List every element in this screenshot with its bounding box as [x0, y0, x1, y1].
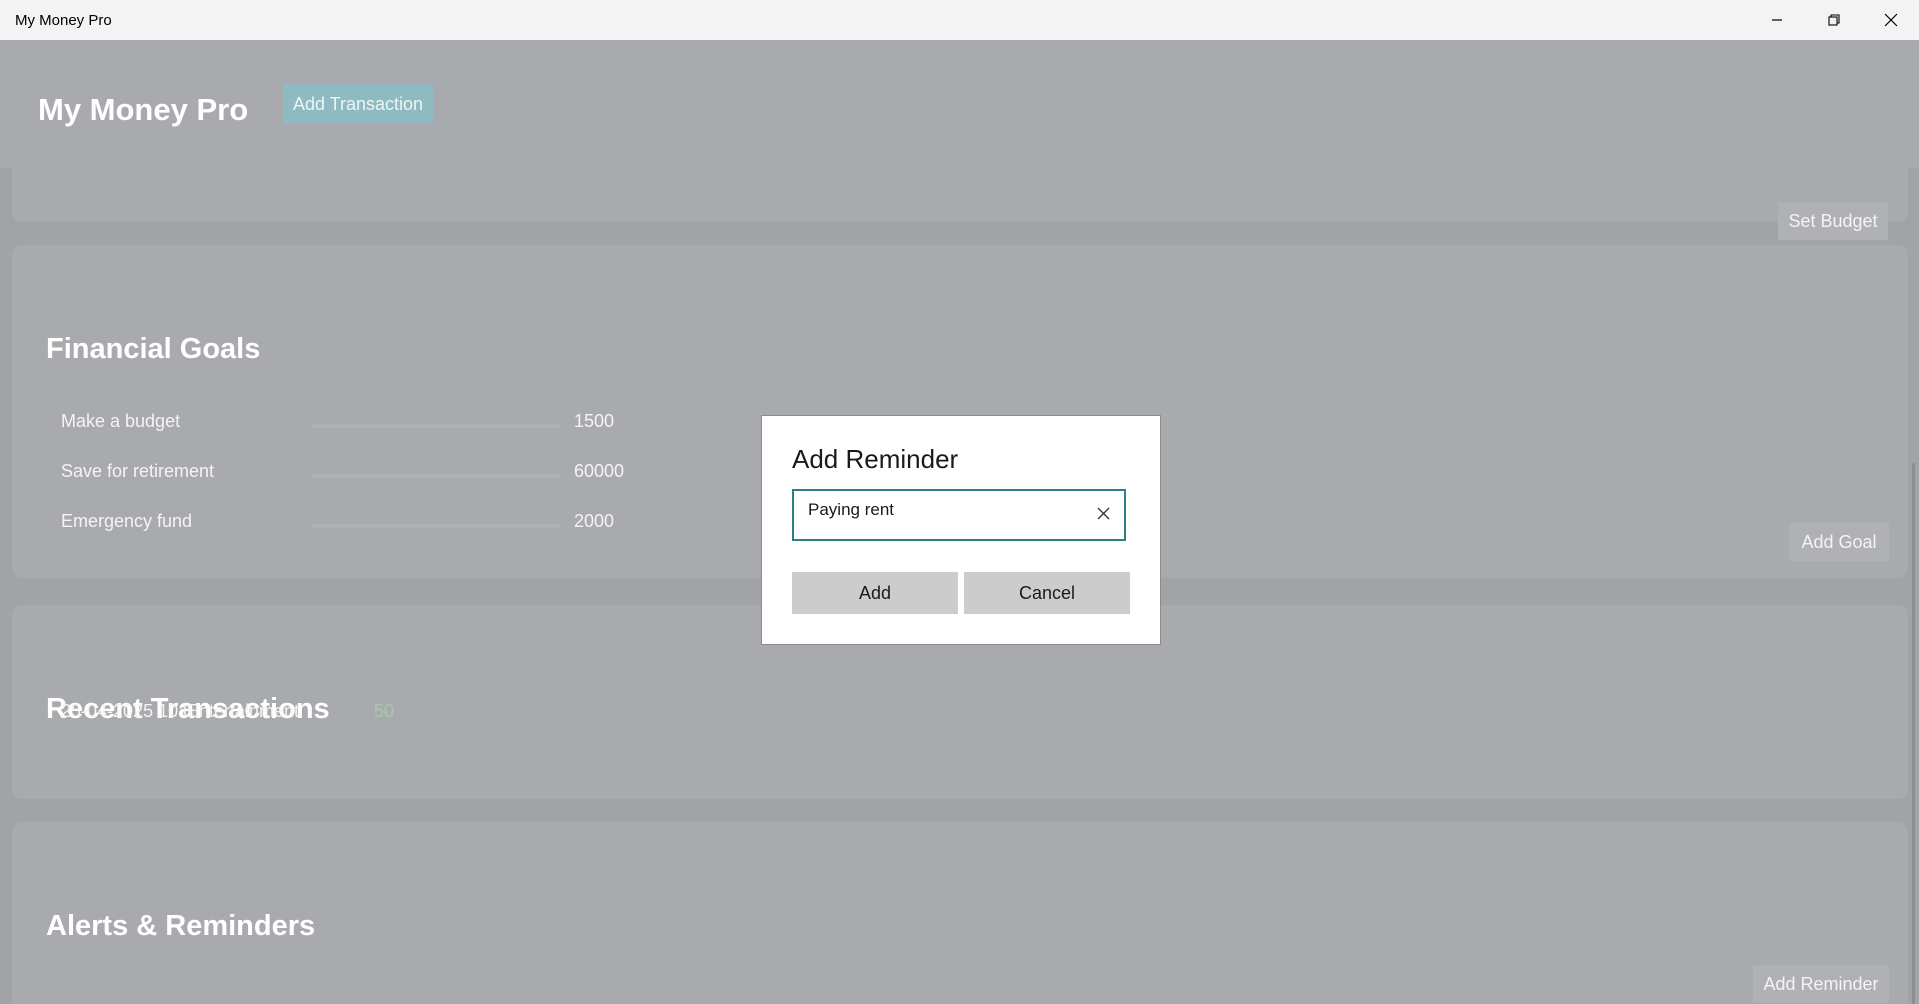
alerts-reminders-card: Alerts & Reminders Add Reminder: [12, 822, 1908, 1004]
goal-name: Save for retirement: [61, 461, 215, 481]
restore-icon: [1827, 14, 1840, 26]
window-controls: [1748, 0, 1919, 40]
goal-row: Emergency fund 2000: [61, 511, 661, 539]
goal-progress-bar: [311, 424, 561, 428]
app-header: My Money Pro Add Transaction: [0, 40, 1919, 168]
clear-icon: [1097, 507, 1110, 520]
add-reminder-button[interactable]: Add Reminder: [1753, 965, 1889, 1003]
budget-card: Set Budget: [12, 162, 1908, 240]
transaction-category: Entertainment: [187, 701, 300, 721]
window-title: My Money Pro: [15, 11, 112, 29]
goal-row: Make a budget 1500: [61, 411, 661, 439]
add-goal-button[interactable]: Add Goal: [1789, 523, 1889, 561]
close-button[interactable]: [1862, 0, 1919, 40]
financial-goals-title: Financial Goals: [46, 333, 261, 365]
goal-amount: 60000: [574, 461, 625, 481]
dialog-cancel-button[interactable]: Cancel: [964, 572, 1130, 614]
goal-amount: 2000: [574, 511, 615, 531]
goal-amount: 1500: [574, 411, 615, 431]
vertical-scrollbar[interactable]: [1912, 463, 1915, 1004]
app-title: My Money Pro: [38, 92, 249, 127]
goal-name: Make a budget: [61, 411, 181, 431]
clear-input-button[interactable]: [1097, 507, 1110, 525]
close-icon: [1884, 13, 1897, 27]
add-transaction-button[interactable]: Add Transaction: [283, 84, 433, 124]
minimize-icon: [1771, 19, 1782, 21]
transaction-amount: 50: [374, 701, 395, 721]
minimize-button[interactable]: [1748, 0, 1805, 40]
alerts-reminders-title: Alerts & Reminders: [46, 910, 316, 942]
dialog-title: Add Reminder: [792, 444, 959, 474]
window-titlebar: My Money Pro: [0, 0, 1919, 40]
goal-progress-bar: [311, 474, 561, 478]
transaction-date: 25-04-2025 10:0: [61, 701, 187, 721]
goal-progress-bar: [311, 524, 561, 528]
goal-name: Emergency fund: [61, 511, 193, 531]
dialog-add-button[interactable]: Add: [792, 572, 958, 614]
restore-button[interactable]: [1805, 0, 1862, 40]
add-reminder-dialog: Add Reminder Paying rent Add Cancel: [761, 415, 1161, 645]
reminder-input[interactable]: Paying rent: [792, 489, 1126, 541]
reminder-input-value: Paying rent: [808, 500, 894, 519]
set-budget-button[interactable]: Set Budget: [1778, 202, 1888, 240]
goal-row: Save for retirement 60000: [61, 461, 661, 489]
